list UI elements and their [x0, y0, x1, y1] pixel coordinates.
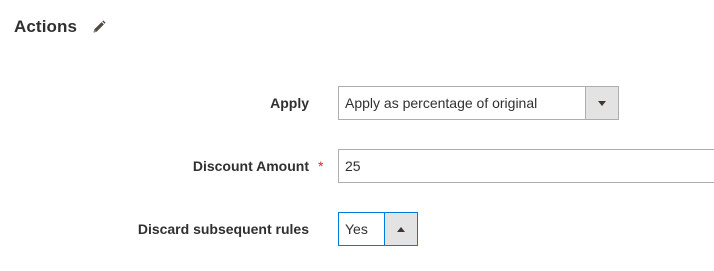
- apply-select[interactable]: Apply as percentage of original: [338, 86, 619, 120]
- section-header: Actions: [14, 14, 107, 40]
- required-asterisk: *: [318, 158, 324, 174]
- actions-section: Actions Apply Apply as percentage of ori…: [0, 0, 714, 271]
- discard-subsequent-rules-select[interactable]: Yes: [338, 212, 418, 246]
- apply-label: Apply: [270, 95, 309, 111]
- discard-subsequent-rules-label: Discard subsequent rules: [137, 221, 309, 237]
- discount-amount-label: Discount Amount: [192, 158, 309, 174]
- discard-subsequent-rules-field-row: Discard subsequent rules Yes: [0, 212, 714, 246]
- apply-field-row: Apply Apply as percentage of original: [0, 86, 714, 120]
- discount-amount-field-row: Discount Amount *: [0, 149, 714, 183]
- apply-selected-value: Apply as percentage of original: [345, 95, 538, 111]
- section-title: Actions: [14, 17, 78, 36]
- chevron-down-icon[interactable]: [585, 87, 618, 119]
- discount-amount-input[interactable]: [338, 149, 714, 183]
- discard-subsequent-rules-selected-value: Yes: [345, 221, 368, 237]
- chevron-up-icon[interactable]: [384, 213, 417, 245]
- pencil-icon[interactable]: [91, 19, 107, 35]
